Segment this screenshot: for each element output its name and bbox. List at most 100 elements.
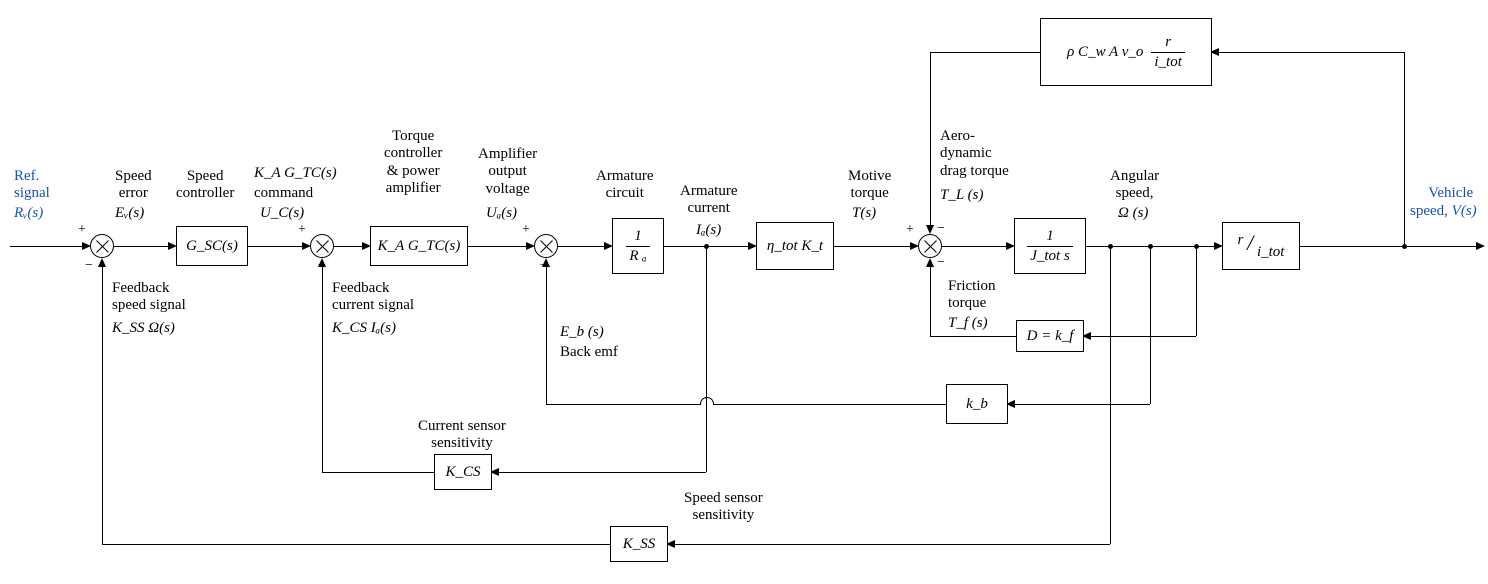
ra-num: 1 — [626, 229, 649, 247]
amp-output-label: Amplifier output voltage — [478, 146, 537, 198]
wire-jump — [700, 397, 714, 405]
wire — [714, 404, 946, 405]
wire — [1300, 246, 1478, 247]
wire — [546, 404, 708, 405]
wire — [1150, 246, 1151, 404]
jtot-num: 1 — [1027, 229, 1073, 247]
wire — [1196, 246, 1197, 336]
wire — [114, 246, 170, 247]
uc-word-label: command — [254, 185, 313, 202]
speed-error-symbol: Eᵥ(s) — [115, 205, 144, 222]
inertia-block: 1 J_tot s — [1014, 218, 1086, 274]
motive-torque-symbol: T(s) — [852, 205, 876, 222]
current-sensor-label: Current sensor sensitivity — [418, 418, 506, 453]
wire — [930, 52, 931, 226]
wire — [942, 246, 1008, 247]
armature-circuit-label: Armature circuit — [596, 168, 653, 203]
output-label: Vehicle speed, V(s) — [1410, 168, 1477, 237]
ref-signal-label: Ref. signal — [14, 168, 50, 203]
friction-block: D = k_f — [1016, 320, 1084, 352]
wire — [102, 266, 103, 544]
summing-junction — [534, 234, 558, 258]
summing-junction — [90, 234, 114, 258]
arrowhead-icon — [926, 225, 934, 234]
aero-prefix: ρ C_w A v_o — [1067, 44, 1143, 61]
speed-controller-block: G_SC(s) — [176, 226, 248, 266]
wire — [102, 544, 610, 545]
wire — [930, 336, 1016, 337]
armature-current-label: Armature current — [680, 183, 737, 218]
speed-sensor-block: K_SS — [610, 526, 668, 562]
wire — [674, 544, 1110, 545]
aero-drag-symbol: T_L (s) — [940, 187, 984, 204]
motor-torque-const-block: η_tot K_t — [756, 222, 834, 270]
torque-controller-block: K_A G_TC(s) — [370, 226, 468, 266]
wire — [498, 472, 706, 473]
fb-current-symbol: K_CS Iₐ(s) — [332, 320, 396, 337]
fb-speed-symbol: K_SS Ω(s) — [112, 320, 175, 337]
arrowhead-icon — [1476, 242, 1485, 250]
amp-output-symbol: Uₐ(s) — [486, 205, 517, 222]
block-diagram: Ref. signal Rᵥ(s) + − Speed error Eᵥ(s) … — [0, 0, 1488, 584]
back-emf-label: Back emf — [560, 344, 618, 361]
fb-speed-label: Feedback speed signal — [112, 280, 186, 315]
arrowhead-icon — [542, 258, 550, 267]
wire — [1090, 336, 1196, 337]
aero-num: r — [1151, 35, 1185, 53]
wire — [10, 246, 84, 247]
current-sensor-block: K_CS — [434, 454, 492, 490]
armature-current-symbol: Iₐ(s) — [696, 222, 721, 239]
sign-plus: + — [906, 222, 914, 238]
aero-drag-label: Aero- dynamic drag torque — [940, 128, 1009, 180]
speed-controller-label: Speed controller — [176, 168, 234, 203]
wire — [1218, 52, 1404, 53]
wire — [1110, 246, 1111, 544]
sign-plus: + — [78, 222, 86, 238]
uc-top-label: K_A G_TC(s) — [254, 165, 337, 182]
wire — [834, 246, 912, 247]
angular-speed-symbol: Ω (s) — [1118, 205, 1148, 222]
wire — [1014, 404, 1150, 405]
jtot-den: J_tot s — [1027, 247, 1073, 264]
wire — [930, 52, 1040, 53]
wire — [334, 246, 364, 247]
arrowhead-icon — [318, 258, 326, 267]
ref-signal-symbol: Rᵥ(s) — [14, 205, 43, 222]
motive-torque-label: Motive torque — [848, 168, 891, 203]
ritot-num: r — [1238, 232, 1244, 248]
wire — [322, 472, 434, 473]
speed-error-label: Speed error — [115, 168, 152, 203]
wire — [558, 246, 606, 247]
torque-controller-label: Torque controller & power amplifier — [384, 128, 442, 197]
armature-circuit-block: 1 R ₐ — [612, 218, 664, 274]
back-emf-symbol: E_b (s) — [560, 324, 604, 341]
friction-torque-symbol: T_f (s) — [948, 315, 988, 332]
angular-speed-label: Angular speed, — [1110, 168, 1159, 203]
aero-drag-block: ρ C_w A v_o r i_tot — [1040, 18, 1212, 86]
fb-current-label: Feedback current signal — [332, 280, 414, 315]
wire — [248, 246, 304, 247]
ratio-block: r / i_tot — [1222, 222, 1300, 270]
summing-junction — [310, 234, 334, 258]
friction-torque-label: Friction torque — [948, 278, 996, 313]
wire — [546, 266, 547, 404]
wire — [930, 266, 931, 336]
aero-den: i_tot — [1151, 53, 1185, 70]
back-emf-const-block: k_b — [946, 384, 1008, 424]
wire — [468, 246, 528, 247]
ritot-den: i_tot — [1257, 244, 1285, 260]
sign-minus: − — [85, 258, 93, 274]
uc-symbol: U_C(s) — [260, 205, 304, 222]
arrowhead-icon — [926, 258, 934, 267]
wire — [322, 266, 323, 472]
speed-sensor-label: Speed sensor sensitivity — [684, 490, 763, 525]
sign-minus: − — [937, 255, 945, 271]
wire — [1404, 52, 1405, 246]
wire — [706, 246, 707, 472]
sign-plus: + — [522, 222, 530, 238]
sign-minus: − — [937, 221, 945, 237]
arrowhead-icon — [98, 258, 106, 267]
sign-plus: + — [298, 222, 306, 238]
ra-den: R ₐ — [626, 247, 649, 264]
output-symbol: V(s) — [1452, 203, 1477, 219]
